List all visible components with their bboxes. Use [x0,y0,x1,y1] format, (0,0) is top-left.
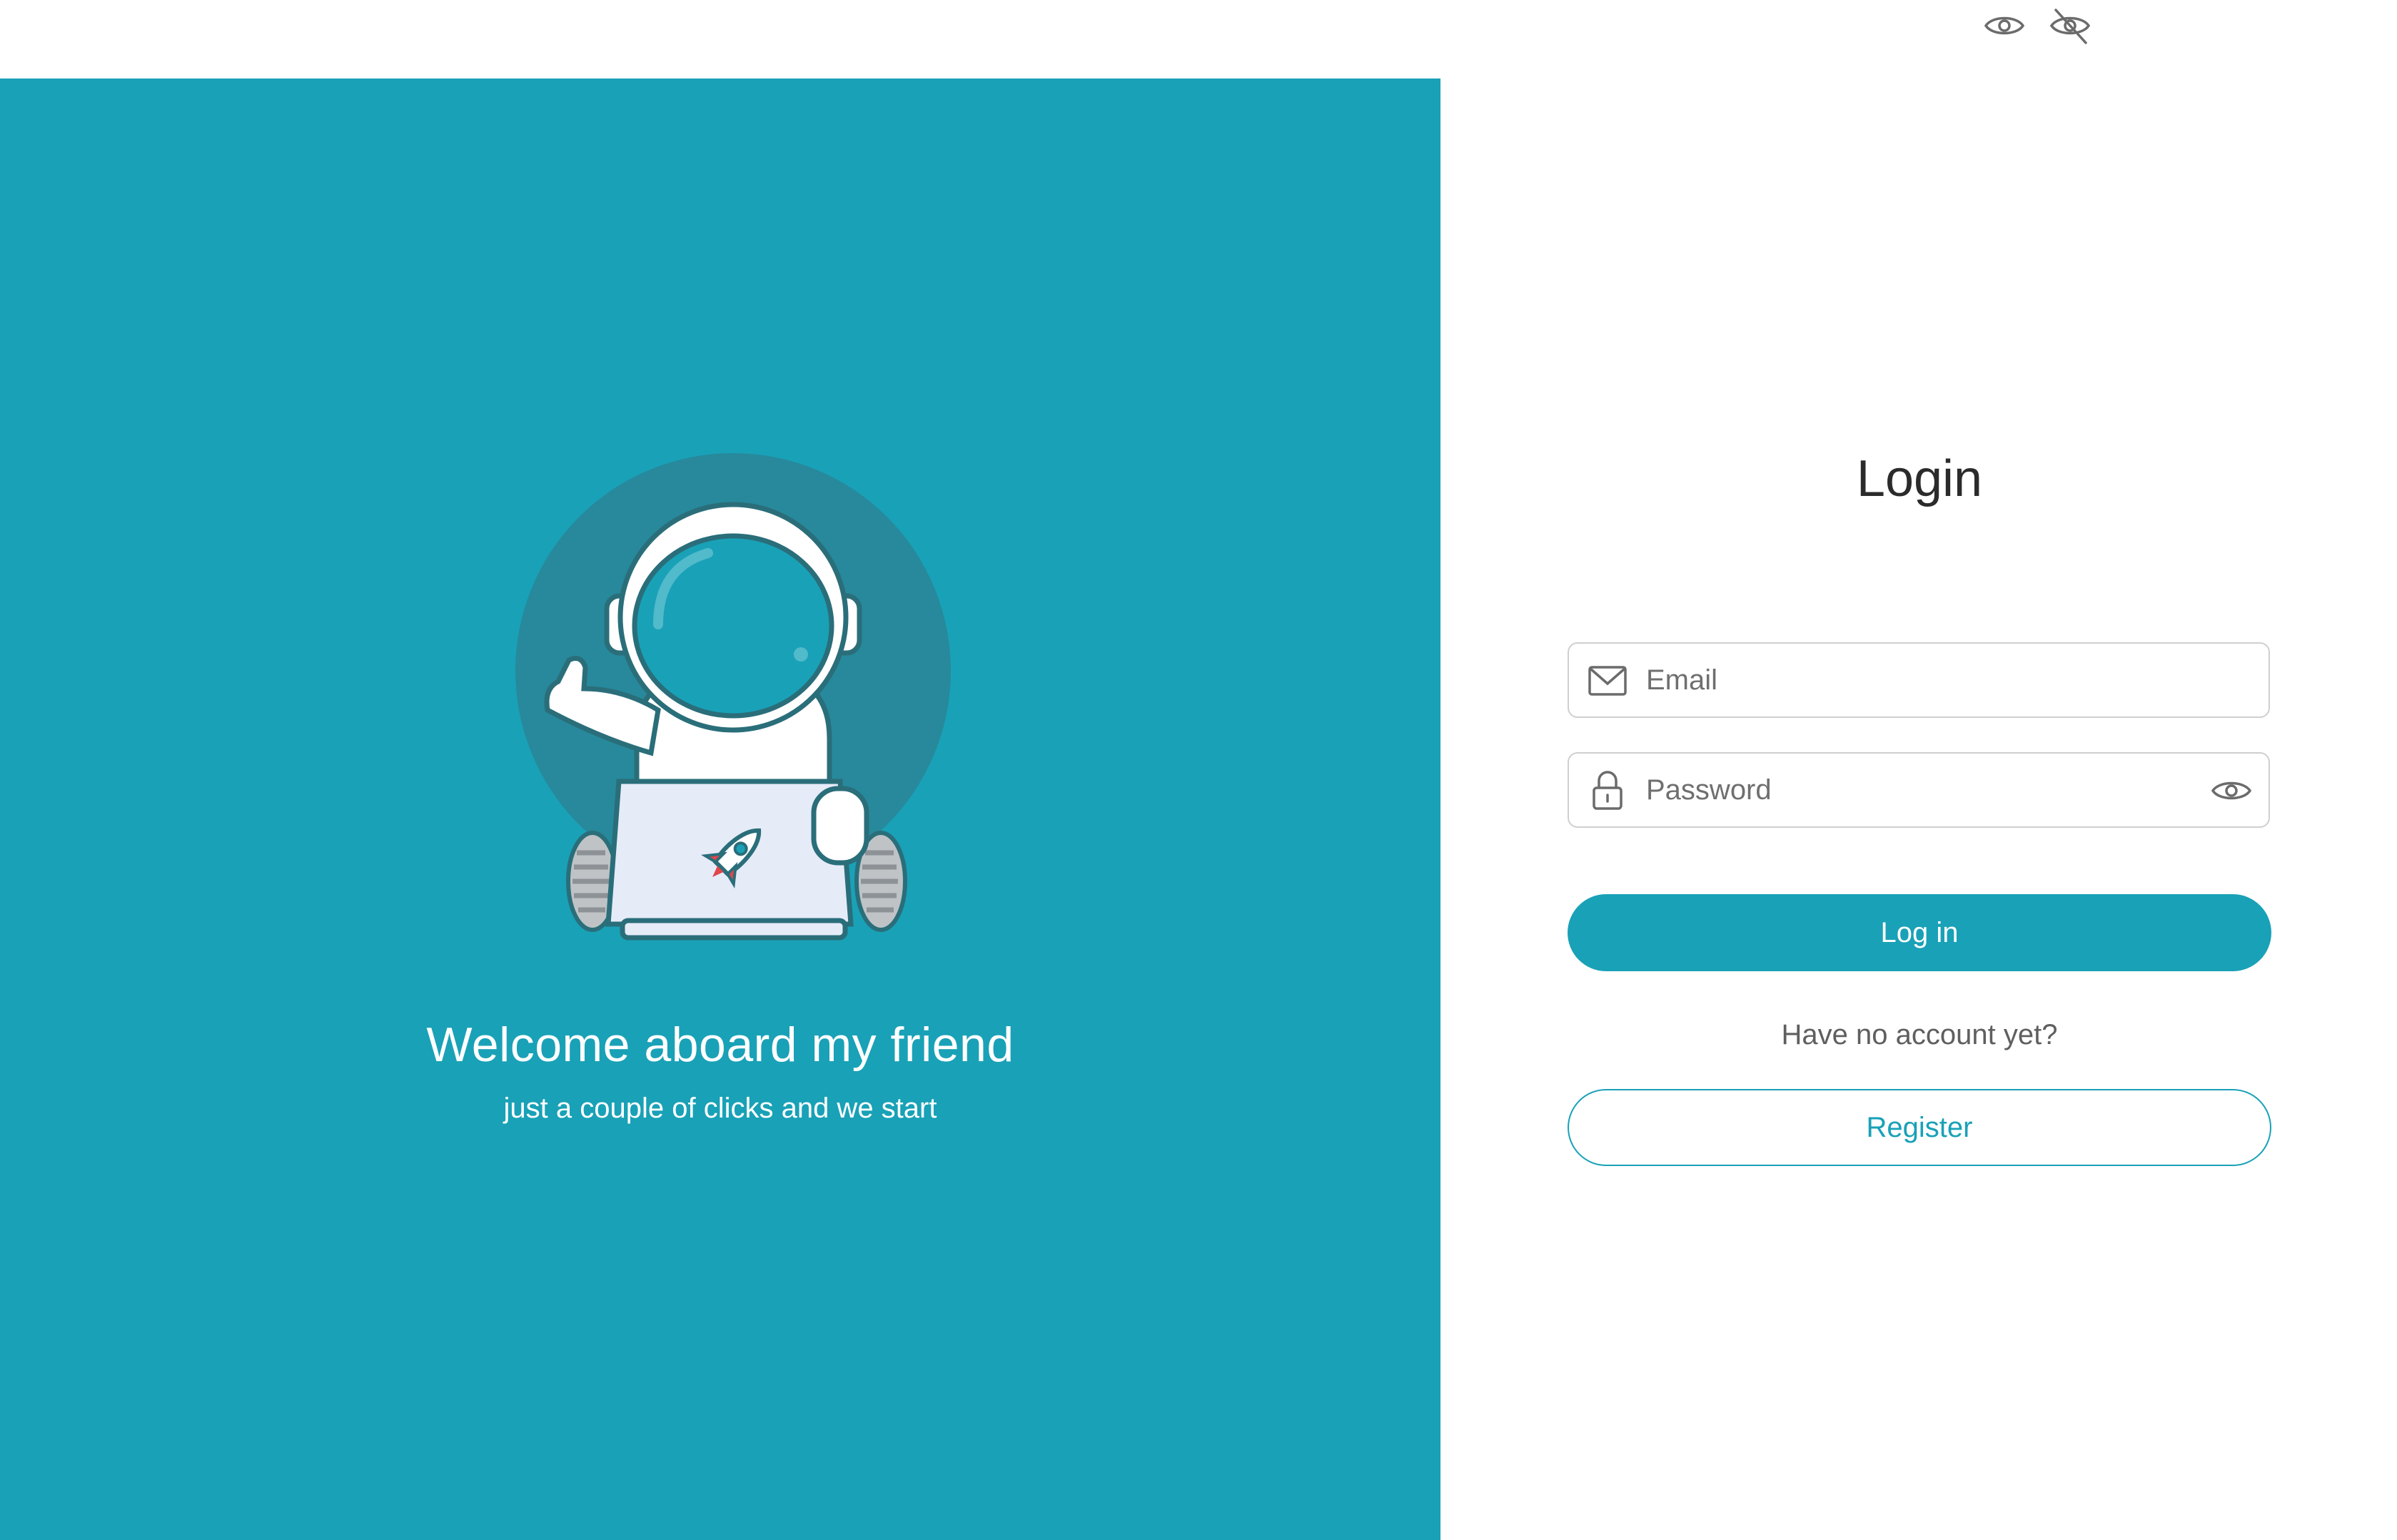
astronaut-illustration [515,453,951,941]
eye-icon [2211,781,2252,800]
login-title: Login [1856,450,1983,507]
password-field [1568,752,2270,828]
eye-off-icon[interactable] [2047,3,2093,49]
top-visibility-icons [1982,3,2093,49]
password-input[interactable] [1646,754,2189,826]
welcome-subtitle: just a couple of clicks and we start [503,1093,937,1124]
login-button[interactable]: Log in [1568,894,2271,971]
register-button[interactable]: Register [1568,1089,2271,1166]
eye-icon[interactable] [1982,3,2027,49]
password-visibility-toggle[interactable] [2210,769,2253,812]
email-field [1568,642,2270,718]
login-page: Welcome aboard my friend just a couple o… [0,0,2397,1540]
welcome-title: Welcome aboard my friend [426,1018,1014,1072]
lock-icon [1586,769,1629,812]
email-input[interactable] [1646,644,2189,716]
no-account-text: Have no account yet? [1781,1019,2058,1050]
envelope-icon [1586,659,1629,702]
welcome-panel: Welcome aboard my friend just a couple o… [0,78,1440,1540]
